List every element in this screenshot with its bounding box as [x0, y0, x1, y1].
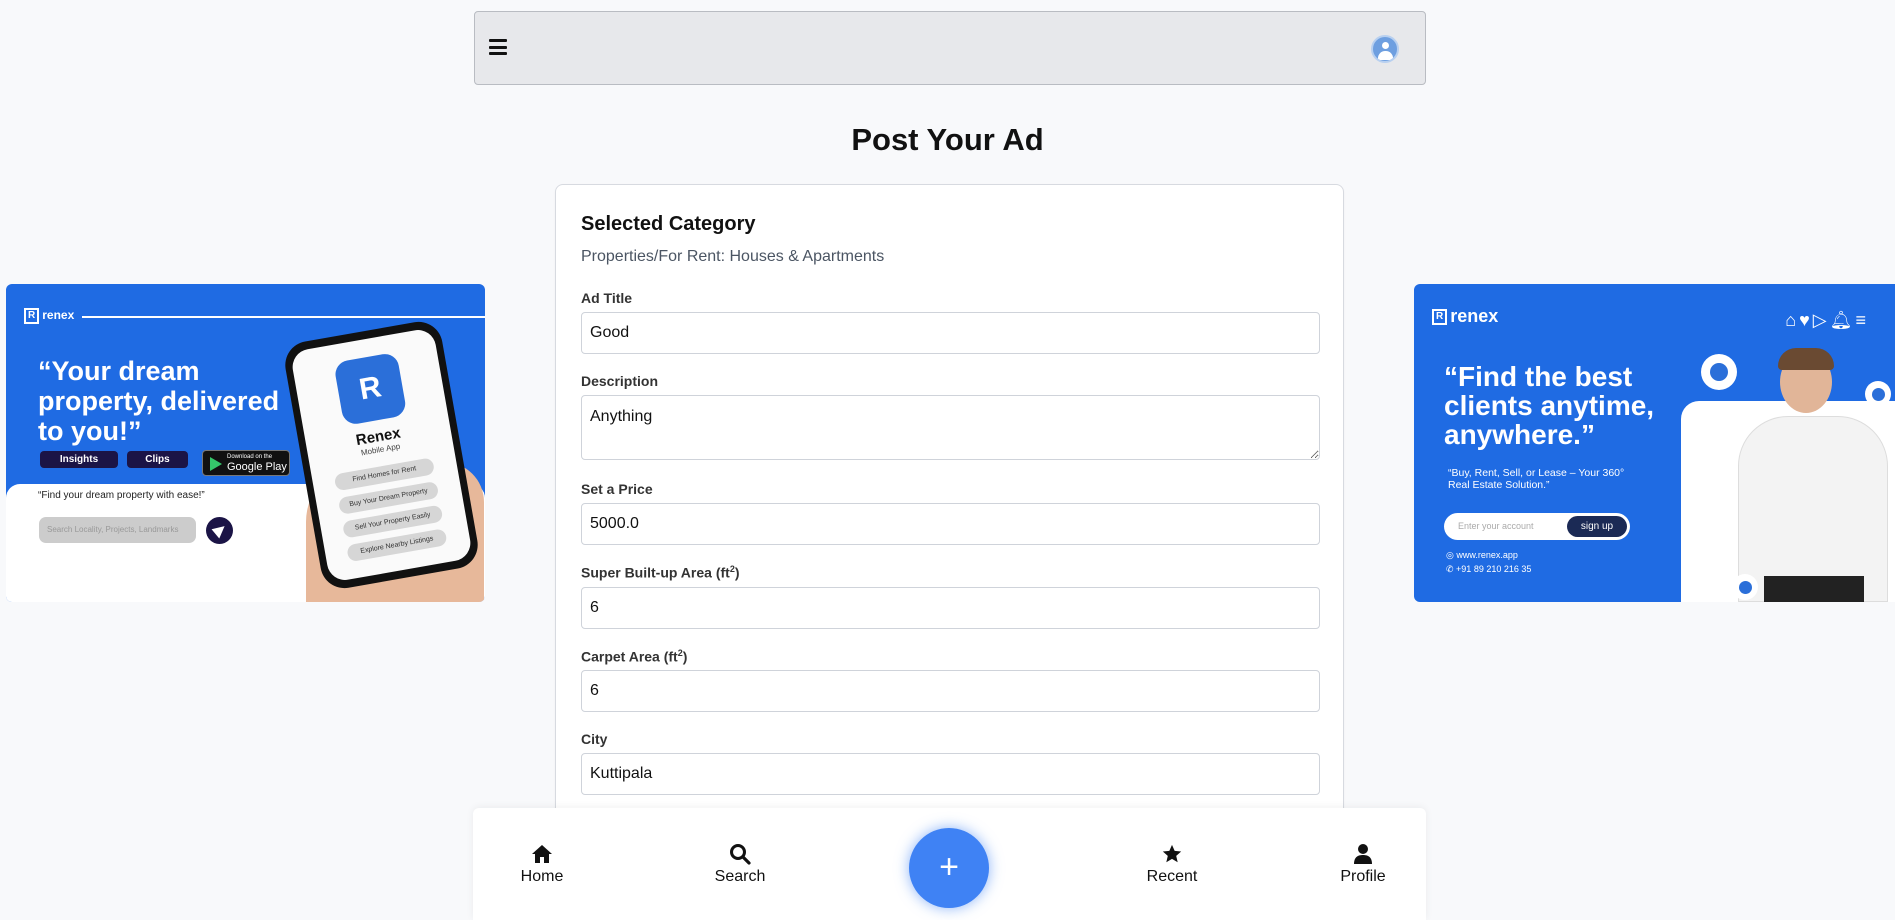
- insights-pill: Insights: [40, 451, 118, 468]
- ad-signup-field: Enter your account sign up: [1444, 513, 1630, 540]
- verified-icon: [1865, 381, 1891, 407]
- shield-icon: [1701, 354, 1737, 390]
- ad-title-field: Ad Title: [581, 290, 1320, 354]
- ad-tagline: “Find your dream property with ease!”: [38, 490, 205, 501]
- city-field: City: [581, 731, 1320, 796]
- page-title: Post Your Ad: [851, 122, 1044, 157]
- price-field: Set a Price: [581, 481, 1320, 545]
- ad-website: ◎ www.renex.app: [1446, 550, 1518, 560]
- city-label: City: [581, 731, 608, 748]
- user-icon: [1318, 842, 1408, 866]
- ad-signup-button: sign up: [1567, 516, 1627, 537]
- nav-home[interactable]: Home: [497, 842, 587, 886]
- home-icon: ⌂: [1785, 310, 1800, 330]
- selected-category-value: Properties/For Rent: Houses & Apartments: [581, 248, 885, 265]
- ad-phone: ✆ +91 89 210 216 35: [1446, 564, 1532, 574]
- hamburger-icon[interactable]: [489, 39, 507, 55]
- ad-banner-right[interactable]: Rrenex ⌂♥▷🔔︎≡ “Find the best clients any…: [1414, 284, 1895, 602]
- description-field: Description Anything: [581, 373, 1320, 460]
- ad-headline: “Your dream property, delivered to you!”: [38, 356, 280, 446]
- person-image: [1738, 416, 1888, 602]
- selected-category-title: Selected Category: [581, 213, 756, 235]
- renex-app-icon: R: [333, 351, 408, 427]
- heart-icon: ♥: [1799, 310, 1813, 330]
- nav-recent[interactable]: Recent: [1127, 842, 1217, 886]
- send-arrow-icon: [206, 517, 233, 544]
- menu-icon: ≡: [1855, 310, 1869, 330]
- ad-search-placeholder: Search Locality, Projects, Landmarks: [39, 517, 196, 543]
- ad-title-input[interactable]: [581, 312, 1320, 354]
- renex-logo: Rrenex: [1432, 306, 1498, 327]
- search-icon: [695, 842, 785, 866]
- clipboard-icon: [1732, 574, 1758, 600]
- carpet-area-input[interactable]: [581, 670, 1320, 713]
- star-icon: [1127, 842, 1217, 866]
- bell-icon: 🔔︎: [1829, 310, 1856, 330]
- description-label: Description: [581, 373, 659, 389]
- google-play-badge: Download on the Google Play: [202, 450, 290, 476]
- ad-icons-row: ⌂♥▷🔔︎≡: [1785, 310, 1869, 331]
- clips-pill: Clips: [127, 451, 188, 468]
- price-label: Set a Price: [581, 481, 653, 497]
- price-input[interactable]: [581, 503, 1320, 545]
- top-navbar: [474, 11, 1426, 85]
- play-icon: ▷: [1812, 310, 1830, 330]
- super-area-label: Super Built-up Area (ft2): [581, 564, 740, 581]
- carpet-area-label: Carpet Area (ft2): [581, 647, 688, 665]
- super-area-input[interactable]: [581, 586, 1320, 629]
- home-icon: [497, 842, 587, 866]
- ad-title-label: Ad Title: [581, 290, 633, 306]
- ad-subtext: “Buy, Rent, Sell, or Lease – Your 360° R…: [1448, 467, 1625, 491]
- post-ad-fab-button[interactable]: +: [909, 828, 989, 908]
- profile-avatar-icon[interactable]: [1371, 35, 1399, 63]
- carpet-area-field: Carpet Area (ft2): [581, 648, 1320, 713]
- nav-search[interactable]: Search: [695, 842, 785, 886]
- bottom-navigation: Home Search + Recent Profile: [473, 808, 1426, 920]
- ad-headline: “Find the best clients anytime, anywhere…: [1444, 361, 1655, 450]
- renex-logo: Rrenex: [24, 308, 74, 324]
- nav-profile[interactable]: Profile: [1318, 842, 1408, 886]
- city-input[interactable]: [581, 753, 1320, 796]
- ad-banner-left[interactable]: Rrenex “Your dream property, delivered t…: [6, 284, 485, 602]
- super-area-field: Super Built-up Area (ft2): [581, 564, 1320, 629]
- play-store-icon: [210, 457, 222, 471]
- description-textarea[interactable]: Anything: [581, 395, 1320, 460]
